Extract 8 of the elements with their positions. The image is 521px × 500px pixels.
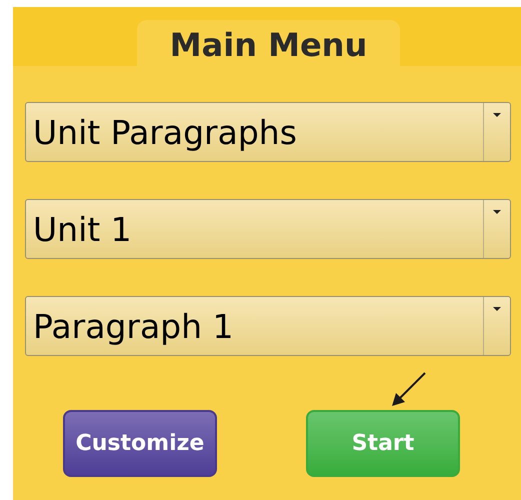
- dropdown[interactable]: Paragraph 1: [25, 296, 511, 356]
- caret-icon: [493, 307, 501, 311]
- caret-icon: [493, 210, 501, 214]
- dropdown[interactable]: Unit Paragraphs: [25, 102, 511, 162]
- caret-icon: [493, 113, 501, 117]
- dropdown[interactable]: Unit 1: [25, 199, 511, 259]
- customize-button[interactable]: Customize: [63, 410, 217, 477]
- arrow-icon: [391, 371, 427, 407]
